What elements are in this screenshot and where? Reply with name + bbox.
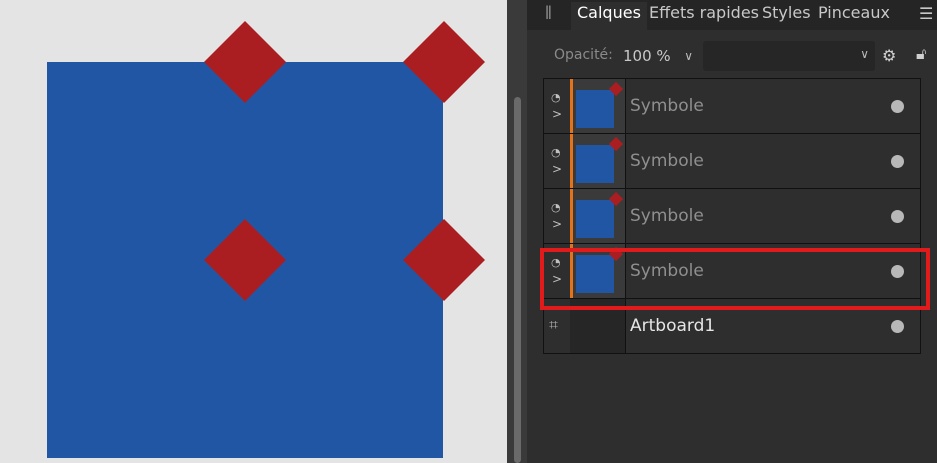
panel-tab-bar: ǁ Calques Effets rapides Styles Pinceaux… — [527, 0, 937, 30]
layers-list: ◔ > Symbole ◔ > Symbole ◔ > Symbole ◔ > … — [543, 78, 921, 354]
layer-name[interactable]: Symbole — [630, 151, 704, 171]
chevron-down-icon: ∨ — [684, 49, 693, 63]
layer-thumbnail — [573, 189, 626, 243]
blue-square-symbol-4[interactable] — [245, 260, 443, 458]
panel-grip-icon[interactable]: ǁ — [545, 4, 552, 20]
visibility-icon[interactable]: ◔ — [551, 146, 561, 159]
expand-chevron-icon[interactable]: > — [552, 162, 562, 176]
expand-chevron-icon[interactable]: > — [552, 107, 562, 121]
opacity-value: 100 % — [623, 47, 671, 65]
selection-highlight-box — [540, 248, 930, 310]
thumbnail-square — [576, 200, 614, 238]
tab-effets-rapides[interactable]: Effets rapides — [643, 2, 765, 30]
layer-controls: ◔ > — [544, 79, 571, 133]
layer-thumbnail — [573, 79, 626, 133]
opacity-label: Opacité: — [554, 47, 613, 63]
layers-panel: ǁ Calques Effets rapides Styles Pinceaux… — [527, 0, 937, 463]
expand-chevron-icon[interactable]: > — [552, 217, 562, 231]
tab-styles[interactable]: Styles — [756, 2, 817, 30]
layer-controls: ◔ > — [544, 189, 571, 243]
layer-toolbar: Opacité: 100 % ∨ ∨ ⚙ 🔓︎ — [527, 36, 937, 74]
layer-visibility-dot[interactable] — [891, 100, 904, 113]
blue-square-symbol-3[interactable] — [47, 260, 245, 458]
visibility-icon[interactable]: ◔ — [551, 201, 561, 214]
document-canvas[interactable] — [0, 0, 507, 463]
chevron-down-icon: ∨ — [860, 47, 869, 61]
layer-name[interactable]: Artboard1 — [630, 316, 715, 336]
layer-visibility-dot[interactable] — [891, 320, 904, 333]
blend-mode-select[interactable]: ∨ — [703, 41, 875, 71]
canvas-vertical-scrollbar[interactable] — [507, 0, 527, 463]
thumbnail-square — [576, 90, 614, 128]
blue-square-symbol-2[interactable] — [245, 62, 443, 260]
artboard-icon: ⌗ — [549, 315, 559, 334]
layer-visibility-dot[interactable] — [891, 210, 904, 223]
layer-name[interactable]: Symbole — [630, 206, 704, 226]
layer-visibility-dot[interactable] — [891, 155, 904, 168]
layer-name[interactable]: Symbole — [630, 96, 704, 116]
panel-menu-icon[interactable]: ☰ — [919, 4, 937, 23]
thumbnail-square — [576, 145, 614, 183]
visibility-icon[interactable]: ◔ — [551, 91, 561, 104]
scrollbar-thumb[interactable] — [514, 97, 521, 463]
tab-calques[interactable]: Calques — [571, 2, 647, 30]
tab-pinceaux[interactable]: Pinceaux — [812, 2, 896, 30]
layer-thumbnail — [573, 134, 626, 188]
gear-icon[interactable]: ⚙ — [882, 46, 896, 65]
opacity-dropdown[interactable]: 100 % ∨ — [615, 44, 699, 68]
lock-icon[interactable]: 🔓︎ — [916, 44, 926, 64]
layer-row[interactable]: ◔ > Symbole — [543, 188, 921, 244]
layer-controls: ◔ > — [544, 134, 571, 188]
layer-row[interactable]: ◔ > Symbole — [543, 133, 921, 189]
layer-row[interactable]: ◔ > Symbole — [543, 78, 921, 134]
blue-square-symbol-1[interactable] — [47, 62, 245, 260]
